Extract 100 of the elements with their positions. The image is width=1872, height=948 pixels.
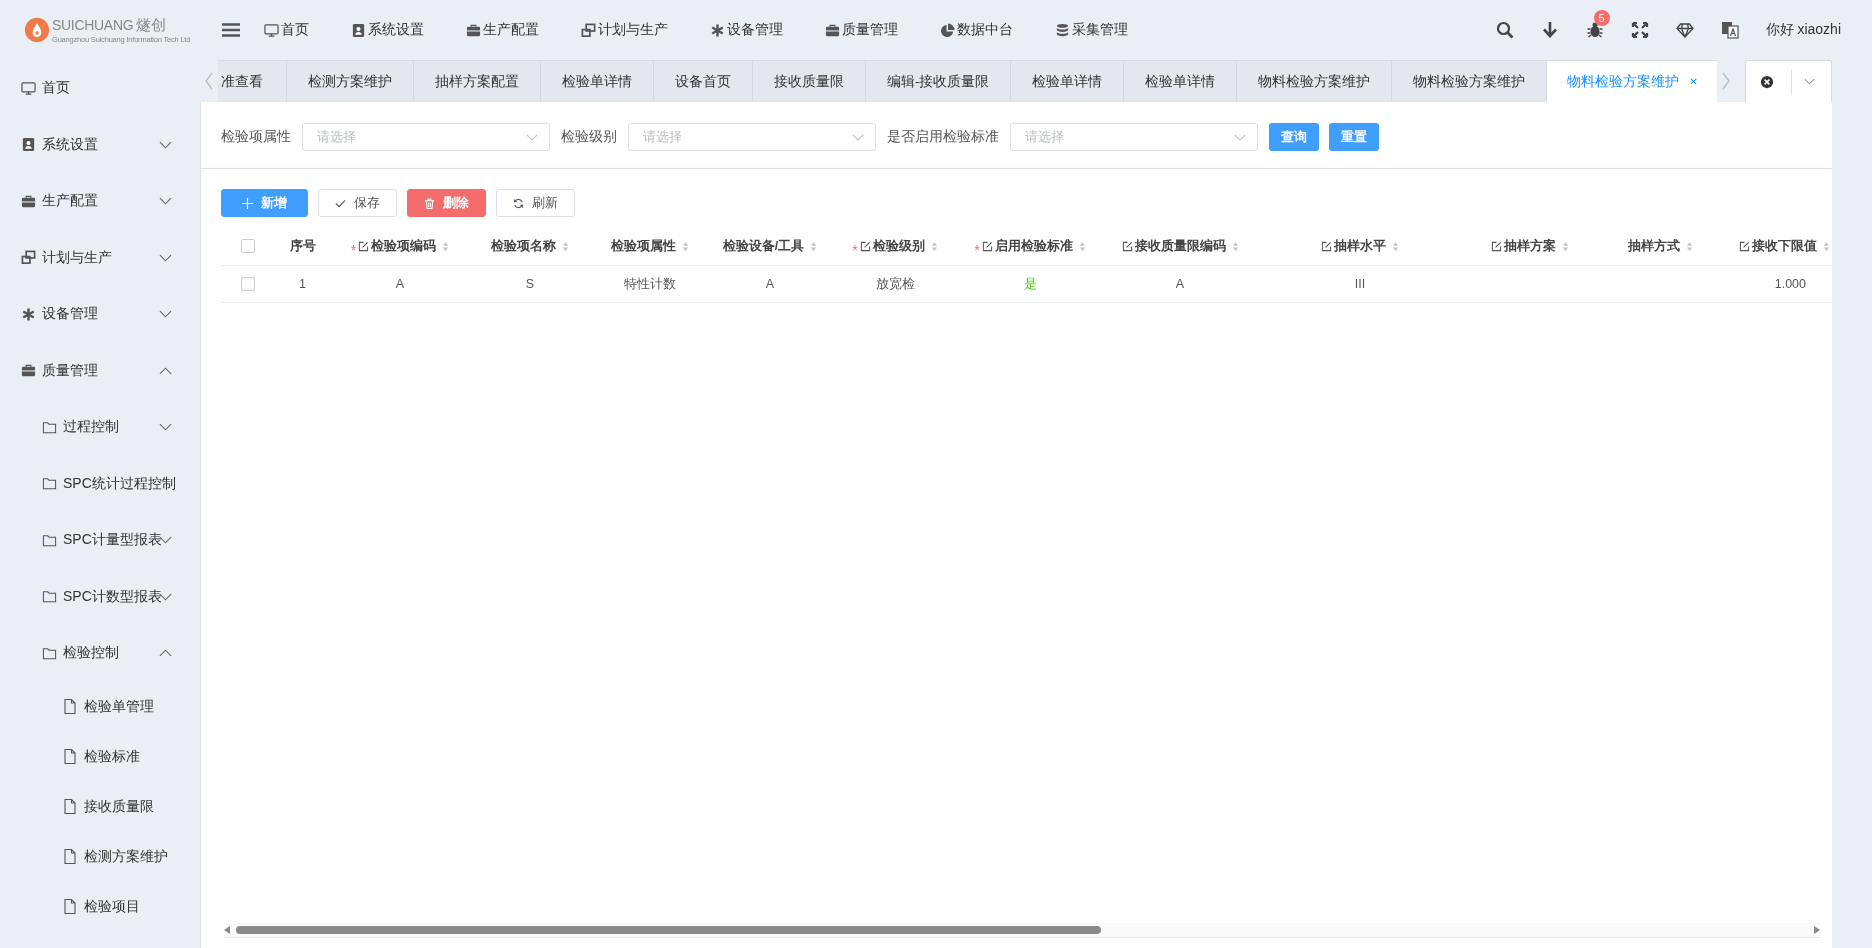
sort-icon[interactable] [1078, 240, 1086, 252]
filter-label: 是否启用检验标准 [887, 128, 999, 146]
top-menu-item[interactable]: 设备管理 [710, 21, 783, 39]
horizontal-scrollbar[interactable] [224, 923, 1820, 938]
column-header[interactable]: 检验项名称 [491, 237, 556, 255]
column-header[interactable]: 检验设备/工具 [722, 237, 805, 255]
user-greeting[interactable]: 你好 xiaozhi [1765, 21, 1841, 39]
menu-icon[interactable] [222, 23, 240, 37]
sidebar-item[interactable]: 质量管理 [0, 342, 200, 399]
page-tab[interactable]: 抽样方案配置 [413, 60, 541, 102]
required-mark: * [852, 243, 858, 257]
sidebar-item[interactable]: 检验单管理 [0, 681, 200, 732]
chevron-down-icon [852, 133, 864, 141]
close-icon[interactable] [1689, 77, 1699, 86]
column-header[interactable]: 检验级别 [872, 237, 925, 255]
toolbar-button[interactable]: 刷新 [496, 189, 575, 217]
table-cell: A [765, 277, 775, 291]
column-header[interactable]: 检验项编码 [371, 237, 437, 255]
chevron-down-icon[interactable] [1804, 78, 1816, 85]
column-header[interactable]: 接收质量限编码 [1134, 237, 1226, 255]
toolbar-button[interactable]: 保存 [318, 189, 397, 217]
table-cell: A [1175, 277, 1185, 291]
scroll-right-icon[interactable] [1721, 71, 1732, 91]
top-menu-item[interactable]: 系统设置 [351, 21, 424, 39]
asterisk-icon [710, 22, 725, 38]
page-tab[interactable]: 检验单详情 [1123, 60, 1238, 102]
page-tab[interactable]: 编辑-接收质量限 [865, 60, 1012, 102]
top-menu-item[interactable]: 采集管理 [1055, 21, 1128, 39]
monitor-icon [21, 80, 36, 96]
top-menu-item[interactable]: 首页 [264, 21, 309, 39]
top-menu-item[interactable]: 数据中台 [940, 21, 1013, 39]
select-field[interactable]: 请选择 [628, 123, 876, 151]
page-tab[interactable]: 检验单详情 [540, 60, 654, 102]
sidebar-item[interactable]: 检验项目 [0, 881, 200, 932]
chevron-up-icon [159, 649, 172, 658]
folder-icon [42, 532, 57, 548]
download-arrow-icon[interactable] [1540, 21, 1559, 39]
select-field[interactable]: 请选择 [302, 123, 550, 151]
sidebar-item[interactable]: 首页 [0, 60, 200, 117]
page-tab[interactable]: 检验单详情 [1010, 60, 1125, 102]
page-tab[interactable]: 准查看 [218, 60, 287, 102]
pie-chart-icon [940, 22, 955, 38]
sort-icon[interactable] [1685, 240, 1693, 252]
page-tab[interactable]: 物料检验方案维护 [1391, 60, 1548, 102]
sort-icon[interactable] [1823, 240, 1830, 252]
fullscreen-icon[interactable] [1630, 21, 1649, 39]
briefcase-icon [825, 22, 840, 38]
column-header[interactable]: 检验项属性 [611, 237, 676, 255]
filter-label: 检验项属性 [221, 128, 291, 146]
sidebar-item[interactable]: 生产配置 [0, 173, 200, 230]
sidebar-item[interactable]: 计划与生产 [0, 229, 200, 286]
sidebar-item[interactable]: 检验控制 [0, 625, 200, 682]
sidebar-item[interactable]: 接收质量限 [0, 781, 200, 832]
sort-icon[interactable] [562, 240, 569, 252]
page-tab[interactable]: 物料检验方案维护 [1236, 60, 1393, 102]
sort-icon[interactable] [1562, 240, 1569, 252]
sidebar-item[interactable]: 过程控制 [0, 399, 200, 456]
briefcase-icon [21, 363, 36, 379]
column-header[interactable]: 抽样水平 [1334, 237, 1386, 255]
column-header[interactable]: 抽样方案 [1504, 237, 1556, 255]
sort-icon[interactable] [442, 240, 450, 252]
column-header[interactable]: 启用检验标准 [994, 237, 1073, 255]
sort-icon[interactable] [682, 240, 689, 252]
sidebar-item[interactable]: 系统设置 [0, 116, 200, 173]
translate-icon[interactable] [1720, 21, 1739, 39]
sort-icon[interactable] [930, 240, 938, 252]
diamond-icon[interactable] [1675, 21, 1694, 39]
top-menu-item[interactable]: 计划与生产 [581, 21, 668, 39]
select-field[interactable]: 请选择 [1010, 123, 1258, 151]
sort-icon[interactable] [1392, 240, 1399, 252]
bug-icon[interactable] [1585, 21, 1604, 39]
briefcase-icon [21, 193, 36, 209]
select-all-checkbox[interactable] [241, 239, 255, 253]
sidebar-item[interactable]: SPC统计过程控制 [0, 455, 200, 512]
search-icon[interactable] [1495, 21, 1514, 39]
page-tab[interactable]: 检测方案维护 [286, 60, 414, 102]
chevron-down-icon [159, 536, 172, 545]
sidebar-item[interactable]: SPC计量型报表 [0, 512, 200, 569]
scroll-left-icon[interactable] [204, 71, 214, 91]
column-header[interactable]: 序号 [289, 237, 316, 255]
scroll-left-icon[interactable] [224, 926, 230, 934]
column-header[interactable]: 接收下限值 [1752, 237, 1817, 255]
page-tab[interactable]: 设备首页 [653, 60, 753, 102]
contact-card-icon [21, 137, 36, 153]
top-menu-item[interactable]: 质量管理 [825, 21, 898, 39]
sidebar-item[interactable]: 设备管理 [0, 286, 200, 343]
sort-icon[interactable] [1231, 240, 1239, 252]
document-icon [62, 848, 78, 865]
close-all-icon[interactable] [1760, 74, 1775, 89]
sidebar-item[interactable]: 检验标准 [0, 731, 200, 782]
sidebar-item[interactable]: SPC计数型报表 [0, 568, 200, 625]
column-header[interactable]: 抽样方式 [1627, 237, 1680, 255]
sidebar-item[interactable]: 检测方案维护 [0, 831, 200, 882]
page-tab[interactable]: 接收质量限 [752, 60, 866, 102]
scroll-right-icon[interactable] [1814, 926, 1820, 934]
row-checkbox[interactable] [241, 277, 255, 291]
top-menu-item[interactable]: 生产配置 [466, 21, 539, 39]
sort-icon[interactable] [810, 240, 818, 252]
table-cell: 1 [299, 277, 306, 291]
chevron-down-icon [159, 140, 172, 149]
